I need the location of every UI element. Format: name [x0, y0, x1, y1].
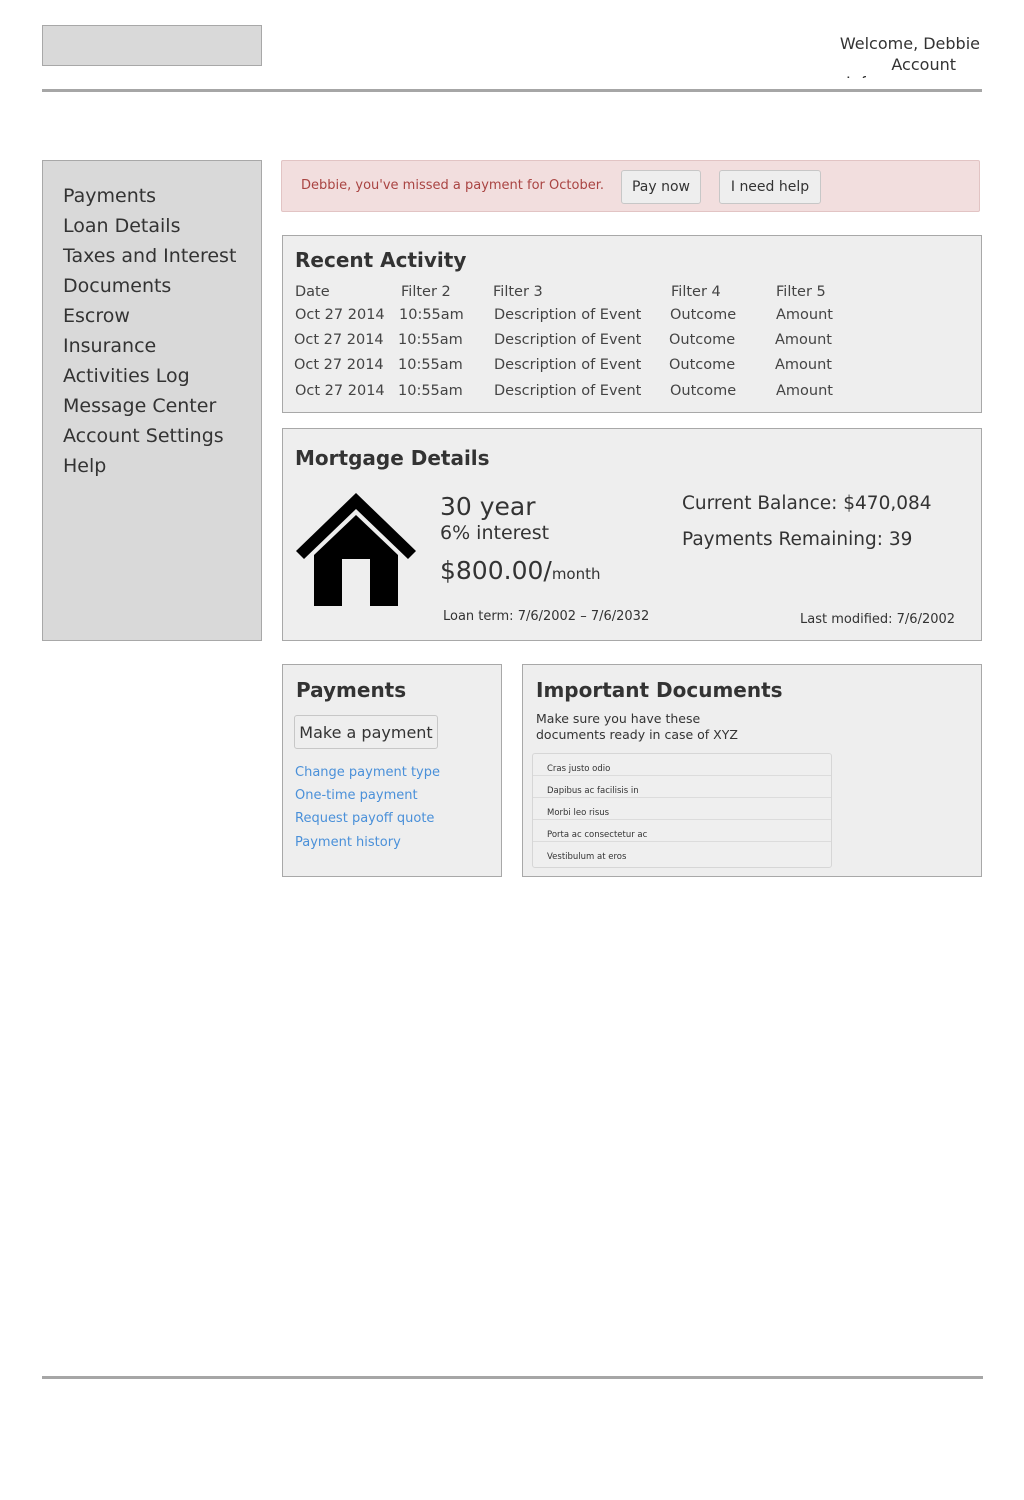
sidebar-item-help[interactable]: Help: [63, 451, 261, 481]
cell-description: Description of Event: [494, 307, 642, 323]
cell-date: Oct 27 2014: [294, 332, 384, 348]
column-header-date[interactable]: Date: [295, 284, 330, 300]
sidebar-item-account-settings[interactable]: Account Settings: [63, 421, 261, 451]
list-item[interactable]: Porta ac consectetur ac: [533, 820, 831, 842]
account-info-link-overflow: Inf: [846, 73, 866, 78]
alert-message: Debbie, you've missed a payment for Octo…: [301, 178, 604, 193]
sidebar-item-documents[interactable]: Documents: [63, 271, 261, 301]
logo-placeholder[interactable]: [42, 25, 262, 66]
change-payment-type-link[interactable]: Change payment type: [295, 765, 440, 780]
payments-title: Payments: [296, 678, 407, 702]
payment-history-link[interactable]: Payment history: [295, 835, 401, 850]
important-documents-panel: Important Documents Make sure you have t…: [522, 664, 982, 877]
request-payoff-quote-link[interactable]: Request payoff quote: [295, 811, 434, 826]
current-balance: Current Balance: $470,084: [682, 493, 932, 514]
pay-now-button[interactable]: Pay now: [621, 170, 701, 204]
document-list: Cras justo odio Dapibus ac facilisis in …: [532, 753, 832, 868]
footer-divider: [42, 1376, 983, 1379]
sidebar-item-escrow[interactable]: Escrow: [63, 301, 261, 331]
interest-rate: 6% interest: [440, 522, 550, 544]
recent-activity-panel: Recent Activity Date Filter 2 Filter 3 F…: [282, 235, 982, 413]
monthly-amount: $800.00/month: [440, 556, 601, 585]
monthly-amount-unit: month: [551, 565, 601, 583]
last-modified: Last modified: 7/6/2002: [800, 612, 956, 627]
mortgage-details-panel: Mortgage Details 30 year 6% interest $80…: [282, 428, 982, 641]
cell-outcome: Outcome: [669, 332, 736, 348]
payments-remaining: Payments Remaining: 39: [682, 529, 913, 550]
cell-amount: Amount: [775, 357, 832, 373]
list-item[interactable]: Cras justo odio: [533, 754, 831, 776]
column-header-filter-5[interactable]: Filter 5: [776, 284, 826, 300]
list-item[interactable]: Morbi leo risus: [533, 798, 831, 820]
cell-date: Oct 27 2014: [294, 357, 384, 373]
cell-description: Description of Event: [494, 332, 642, 348]
make-payment-button[interactable]: Make a payment: [294, 715, 438, 749]
sidebar-item-message-center[interactable]: Message Center: [63, 391, 261, 421]
payments-panel: Payments Make a payment Change payment t…: [282, 664, 502, 877]
cell-date: Oct 27 2014: [295, 307, 385, 323]
cell-outcome: Outcome: [669, 357, 736, 373]
cell-amount: Amount: [776, 383, 833, 399]
sidebar-item-insurance[interactable]: Insurance: [63, 331, 261, 361]
recent-activity-title: Recent Activity: [295, 248, 467, 272]
missed-payment-alert: Debbie, you've missed a payment for Octo…: [281, 160, 980, 212]
monthly-amount-value: $800.00/: [440, 556, 552, 585]
sidebar-item-loan-details[interactable]: Loan Details: [63, 211, 261, 241]
cell-description: Description of Event: [494, 357, 642, 373]
cell-outcome: Outcome: [670, 383, 737, 399]
cell-date: Oct 27 2014: [295, 383, 385, 399]
header-divider: [42, 89, 982, 92]
cell-amount: Amount: [776, 307, 833, 323]
one-time-payment-link[interactable]: One-time payment: [295, 788, 418, 803]
important-documents-title: Important Documents: [536, 678, 783, 702]
cell-time: 10:55am: [398, 332, 463, 348]
welcome-text: Welcome, Debbie: [839, 34, 980, 53]
sidebar-nav: Payments Loan Details Taxes and Interest…: [42, 160, 262, 641]
loan-term-dates: Loan term: 7/6/2002 – 7/6/2032: [443, 609, 650, 624]
need-help-button[interactable]: I need help: [719, 170, 821, 204]
sidebar-item-payments[interactable]: Payments: [63, 181, 261, 211]
house-icon: [296, 493, 416, 606]
account-info-link[interactable]: Account: [891, 55, 956, 75]
cell-outcome: Outcome: [670, 307, 737, 323]
sidebar-item-taxes-and-interest[interactable]: Taxes and Interest: [63, 241, 261, 271]
mortgage-details-title: Mortgage Details: [295, 446, 490, 470]
column-header-filter-3[interactable]: Filter 3: [493, 284, 543, 300]
column-header-filter-2[interactable]: Filter 2: [401, 284, 451, 300]
sidebar-item-activities-log[interactable]: Activities Log: [63, 361, 261, 391]
cell-time: 10:55am: [398, 357, 463, 373]
loan-term-length: 30 year: [440, 492, 536, 521]
list-item[interactable]: Vestibulum at eros: [533, 842, 831, 864]
list-item[interactable]: Dapibus ac facilisis in: [533, 776, 831, 798]
documents-description: Make sure you have these documents ready…: [536, 711, 738, 742]
cell-description: Description of Event: [494, 383, 642, 399]
cell-time: 10:55am: [398, 383, 463, 399]
column-header-filter-4[interactable]: Filter 4: [671, 284, 721, 300]
cell-amount: Amount: [775, 332, 832, 348]
cell-time: 10:55am: [399, 307, 464, 323]
